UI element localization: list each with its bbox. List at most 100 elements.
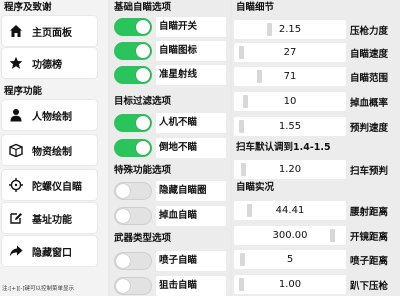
aim-icon-label: 自瞄图标 — [156, 41, 226, 61]
nav-item-esp-button[interactable]: 物资绘制 — [2, 135, 97, 165]
ignore-downed-toggle[interactable] — [114, 139, 152, 157]
damage-probability-slider[interactable]: 10 — [234, 92, 346, 111]
hip-distance-slider[interactable]: 44.41 — [234, 201, 346, 220]
nav-player-esp-button[interactable]: 人物绘制 — [2, 100, 97, 130]
special-feature-section-title: 特殊功能选项 — [114, 165, 172, 176]
nav-address-label: 基址功能 — [32, 214, 72, 226]
sniper-aim-label: 狙击自瞄 — [156, 276, 226, 296]
nav-main-panel-label: 主页面板 — [32, 27, 72, 39]
prediction-speed-value: 1.55 — [278, 121, 302, 132]
damage-probability-label: 掉血概率 — [350, 97, 389, 109]
slider-row-aim-speed: 27 自瞄速度 — [234, 43, 398, 62]
nav-gyro-aim-button[interactable]: 陀螺仪自瞄 — [2, 170, 97, 200]
scope-distance-slider-thumb[interactable] — [329, 229, 335, 242]
hip-distance-value: 44.41 — [275, 205, 305, 216]
nav-item-esp-label: 物资绘制 — [32, 146, 72, 158]
box-icon — [9, 143, 23, 157]
aim-range-slider-thumb[interactable] — [257, 70, 263, 83]
ignore-bots-label: 人机不瞄 — [156, 113, 226, 133]
slider-row-recoil-strength: 2.15 压枪力度 — [234, 20, 398, 39]
shotgun-distance-label: 喷子距离 — [350, 255, 389, 267]
slider-row-aim-range: 71 自瞄范围 — [234, 67, 398, 86]
menu-toggle-footnote: 注:[+][-]键可以控制菜单显示 — [2, 286, 75, 292]
aim-range-slider[interactable]: 71 — [234, 67, 346, 86]
crosshair-ray-toggle[interactable] — [114, 66, 152, 84]
toggle-row-aim-icon[interactable]: 自瞄图标 — [114, 40, 226, 62]
shotgun-distance-slider-thumb[interactable] — [240, 253, 246, 266]
shotgun-aim-toggle[interactable] — [114, 252, 152, 270]
nav-panel: 程序及致谢 主页面板 功德榜 程序功能 人物绘制 物资绘制 陀螺仪自瞄 基址功能… — [0, 0, 108, 296]
shotgun-aim-label: 喷子自瞄 — [156, 251, 226, 271]
aim-speed-label: 自瞄速度 — [350, 48, 389, 60]
aim-switch-toggle[interactable] — [114, 18, 152, 36]
star-icon — [9, 56, 23, 70]
nav-merit-list-button[interactable]: 功德榜 — [2, 48, 97, 78]
slider-row-damage-probability: 10 掉血概率 — [234, 92, 398, 111]
prone-recoil-value: 1.00 — [278, 279, 302, 290]
nav-main-panel-button[interactable]: 主页面板 — [2, 16, 97, 46]
aim-speed-value: 27 — [283, 47, 297, 58]
hide-aim-circle-toggle[interactable] — [114, 182, 152, 200]
prediction-speed-slider-thumb[interactable] — [239, 120, 245, 133]
vehicle-prediction-slider-thumb[interactable] — [241, 163, 247, 176]
aim-range-value: 71 — [283, 71, 297, 82]
prone-recoil-label: 趴下压枪 — [350, 280, 389, 292]
prone-recoil-slider-thumb[interactable] — [239, 278, 245, 291]
vehicle-default-note: 扫车默认调到1.4-1.5 — [236, 142, 331, 153]
aim-range-label: 自瞄范围 — [350, 72, 389, 84]
slider-row-hip-distance: 44.41 腰射距离 — [234, 201, 398, 220]
aim-icon-toggle[interactable] — [114, 42, 152, 60]
home-icon — [9, 24, 23, 38]
nav-gyro-aim-label: 陀螺仪自瞄 — [32, 181, 82, 193]
toggle-row-ignore-bots[interactable]: 人机不瞄 — [114, 112, 226, 134]
aim-speed-slider[interactable]: 27 — [234, 43, 346, 62]
aim-realtime-section-title: 自瞄实况 — [236, 182, 275, 193]
slider-row-prone-recoil: 1.00 趴下压枪 — [234, 275, 398, 294]
prediction-speed-slider[interactable]: 1.55 — [234, 117, 346, 136]
hip-distance-label: 腰射距离 — [350, 206, 389, 218]
aim-options-panel: 基础自瞄选项 自瞄开关 自瞄图标 准星射线 目标过滤选项 人机不瞄 倒地不瞄 特… — [110, 0, 230, 296]
damage-aim-toggle[interactable] — [114, 207, 152, 225]
weapon-type-section-title: 武器类型选项 — [114, 233, 172, 244]
recoil-strength-slider-thumb[interactable] — [267, 23, 273, 36]
toggle-row-ignore-downed[interactable]: 倒地不瞄 — [114, 137, 226, 159]
aim-speed-slider-thumb[interactable] — [239, 46, 245, 59]
toggle-row-crosshair-ray[interactable]: 准星射线 — [114, 64, 226, 86]
aim-details-section-title: 自瞄细节 — [236, 2, 275, 13]
edit-icon — [9, 211, 23, 225]
slider-row-vehicle-prediction: 1.20 扫车预判 — [234, 160, 398, 179]
nav-hide-window-label: 隐藏窗口 — [32, 247, 72, 259]
toggle-row-shotgun-aim[interactable]: 喷子自瞄 — [114, 250, 226, 272]
hip-distance-slider-thumb[interactable] — [247, 204, 253, 217]
recoil-strength-slider[interactable]: 2.15 — [234, 20, 346, 39]
toggle-row-sniper-aim[interactable]: 狙击自瞄 — [114, 275, 226, 296]
damage-aim-label: 掉血自瞄 — [156, 206, 226, 226]
toggle-row-aim-switch[interactable]: 自瞄开关 — [114, 16, 226, 38]
share-arrow-icon — [9, 244, 23, 258]
settings-section-title: 程序及致谢 — [4, 2, 52, 13]
basic-aim-section-title: 基础自瞄选项 — [114, 2, 172, 13]
vehicle-prediction-slider[interactable]: 1.20 — [234, 160, 346, 179]
person-icon — [9, 108, 23, 122]
prediction-speed-label: 预判速度 — [350, 122, 389, 134]
nav-player-esp-label: 人物绘制 — [32, 111, 72, 123]
ignore-bots-toggle[interactable] — [114, 114, 152, 132]
features-section-title: 程序功能 — [4, 86, 43, 97]
slider-row-shotgun-distance: 5 喷子距离 — [234, 250, 398, 269]
aim-details-panel: 自瞄细节 2.15 压枪力度 27 自瞄速度 71 自瞄范围 10 掉血概率 1… — [232, 0, 400, 296]
shotgun-distance-slider[interactable]: 5 — [234, 250, 346, 269]
toggle-row-hide-aim-circle[interactable]: 隐藏自瞄圈 — [114, 180, 226, 202]
scope-distance-slider[interactable]: 300.00 — [234, 226, 346, 245]
shotgun-distance-value: 5 — [286, 254, 294, 265]
slider-row-scope-distance: 300.00 开镜距离 — [234, 226, 398, 245]
damage-probability-slider-thumb[interactable] — [243, 95, 249, 108]
nav-hide-window-button[interactable]: 隐藏窗口 — [2, 236, 97, 266]
prone-recoil-slider[interactable]: 1.00 — [234, 275, 346, 294]
scope-distance-label: 开镜距离 — [350, 231, 389, 243]
ignore-downed-label: 倒地不瞄 — [156, 138, 226, 158]
toggle-row-damage-aim[interactable]: 掉血自瞄 — [114, 205, 226, 227]
sniper-aim-toggle[interactable] — [114, 277, 152, 295]
nav-address-button[interactable]: 基址功能 — [2, 203, 97, 233]
aim-switch-label: 自瞄开关 — [156, 17, 226, 37]
vehicle-prediction-value: 1.20 — [278, 164, 302, 175]
